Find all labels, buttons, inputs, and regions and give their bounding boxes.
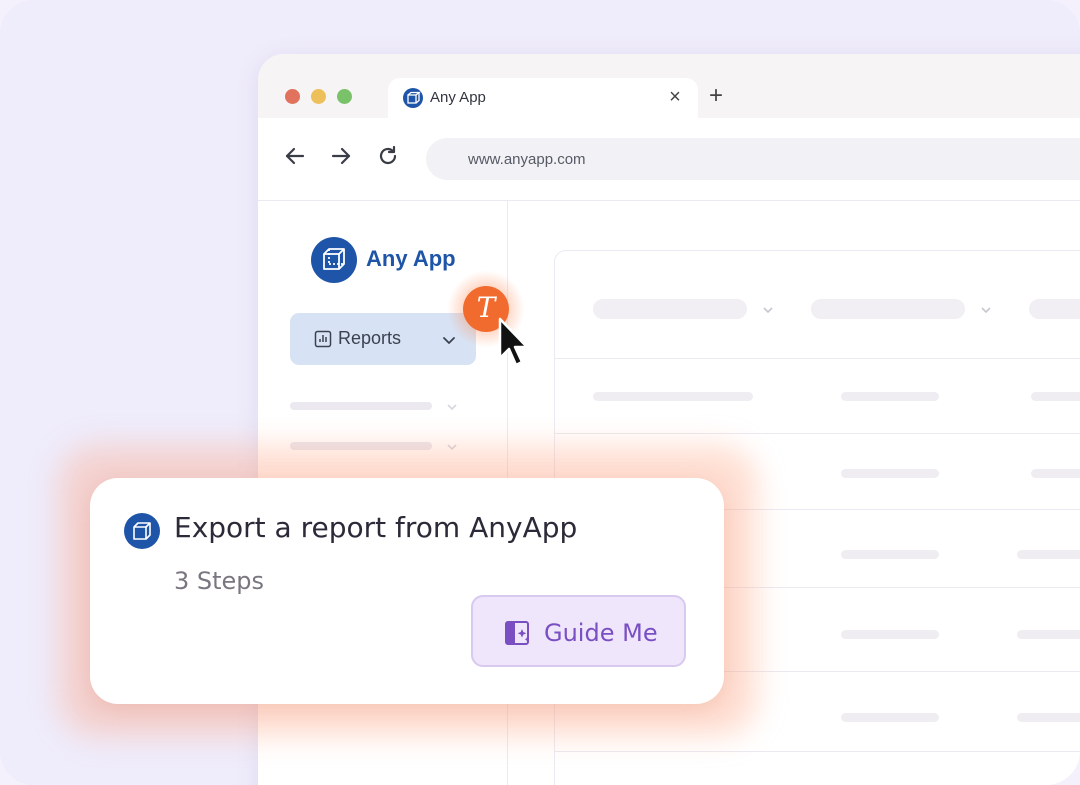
arrow-right-icon[interactable] bbox=[328, 143, 354, 169]
window-minimize-dot[interactable] bbox=[311, 89, 326, 104]
chevron-down-icon bbox=[981, 307, 991, 314]
arrow-left-icon[interactable] bbox=[282, 143, 308, 169]
cell-placeholder bbox=[841, 469, 939, 478]
cell-placeholder bbox=[1031, 469, 1080, 478]
chevron-down-icon bbox=[445, 399, 459, 413]
url-text: www.anyapp.com bbox=[468, 151, 586, 168]
row-divider bbox=[555, 433, 1080, 434]
reload-icon[interactable] bbox=[375, 143, 401, 169]
mouse-cursor-icon bbox=[497, 316, 537, 376]
row-divider bbox=[555, 358, 1080, 359]
window-close-dot[interactable] bbox=[285, 89, 300, 104]
cell-placeholder bbox=[841, 713, 939, 722]
chevron-down-icon bbox=[763, 307, 773, 314]
cell-placeholder bbox=[593, 392, 753, 401]
cell-placeholder bbox=[841, 630, 939, 639]
new-tab-icon[interactable]: + bbox=[704, 84, 728, 108]
guide-me-label: Guide Me bbox=[544, 619, 658, 647]
column-header-placeholder bbox=[811, 299, 965, 319]
sidebar-placeholder-item bbox=[290, 402, 432, 410]
stage-background: Any App × + www.anyapp.com Any App Repor… bbox=[0, 0, 1080, 785]
guide-me-button[interactable]: Guide Me bbox=[471, 595, 686, 667]
guide-title: Export a report from AnyApp bbox=[174, 511, 578, 544]
cell-placeholder bbox=[1017, 713, 1080, 722]
address-bar[interactable]: www.anyapp.com bbox=[426, 138, 1080, 180]
tab-title: Any App bbox=[430, 89, 486, 106]
app-name: Any App bbox=[366, 246, 456, 271]
window-maximize-dot[interactable] bbox=[337, 89, 352, 104]
cell-placeholder bbox=[1017, 630, 1080, 639]
bar-chart-icon bbox=[314, 330, 332, 348]
column-header-placeholder bbox=[593, 299, 747, 319]
guide-card: Export a report from AnyApp 3 Steps Guid… bbox=[90, 478, 724, 704]
cell-placeholder bbox=[1031, 392, 1080, 401]
guide-step-count: 3 Steps bbox=[174, 567, 265, 595]
sparkle-doc-icon bbox=[503, 618, 533, 648]
cell-placeholder bbox=[1017, 550, 1080, 559]
cube-icon bbox=[403, 88, 423, 108]
column-header-placeholder bbox=[1029, 299, 1080, 319]
navigation-bar: www.anyapp.com bbox=[258, 118, 1080, 201]
tab-bar: Any App × + bbox=[258, 54, 1080, 118]
row-divider bbox=[555, 751, 1080, 752]
close-icon[interactable]: × bbox=[664, 86, 686, 108]
cell-placeholder bbox=[841, 550, 939, 559]
reports-label: Reports bbox=[338, 328, 402, 348]
cube-icon bbox=[311, 237, 357, 283]
cube-icon bbox=[124, 513, 160, 549]
cell-placeholder bbox=[841, 392, 939, 401]
browser-tab[interactable]: Any App × bbox=[388, 78, 698, 118]
